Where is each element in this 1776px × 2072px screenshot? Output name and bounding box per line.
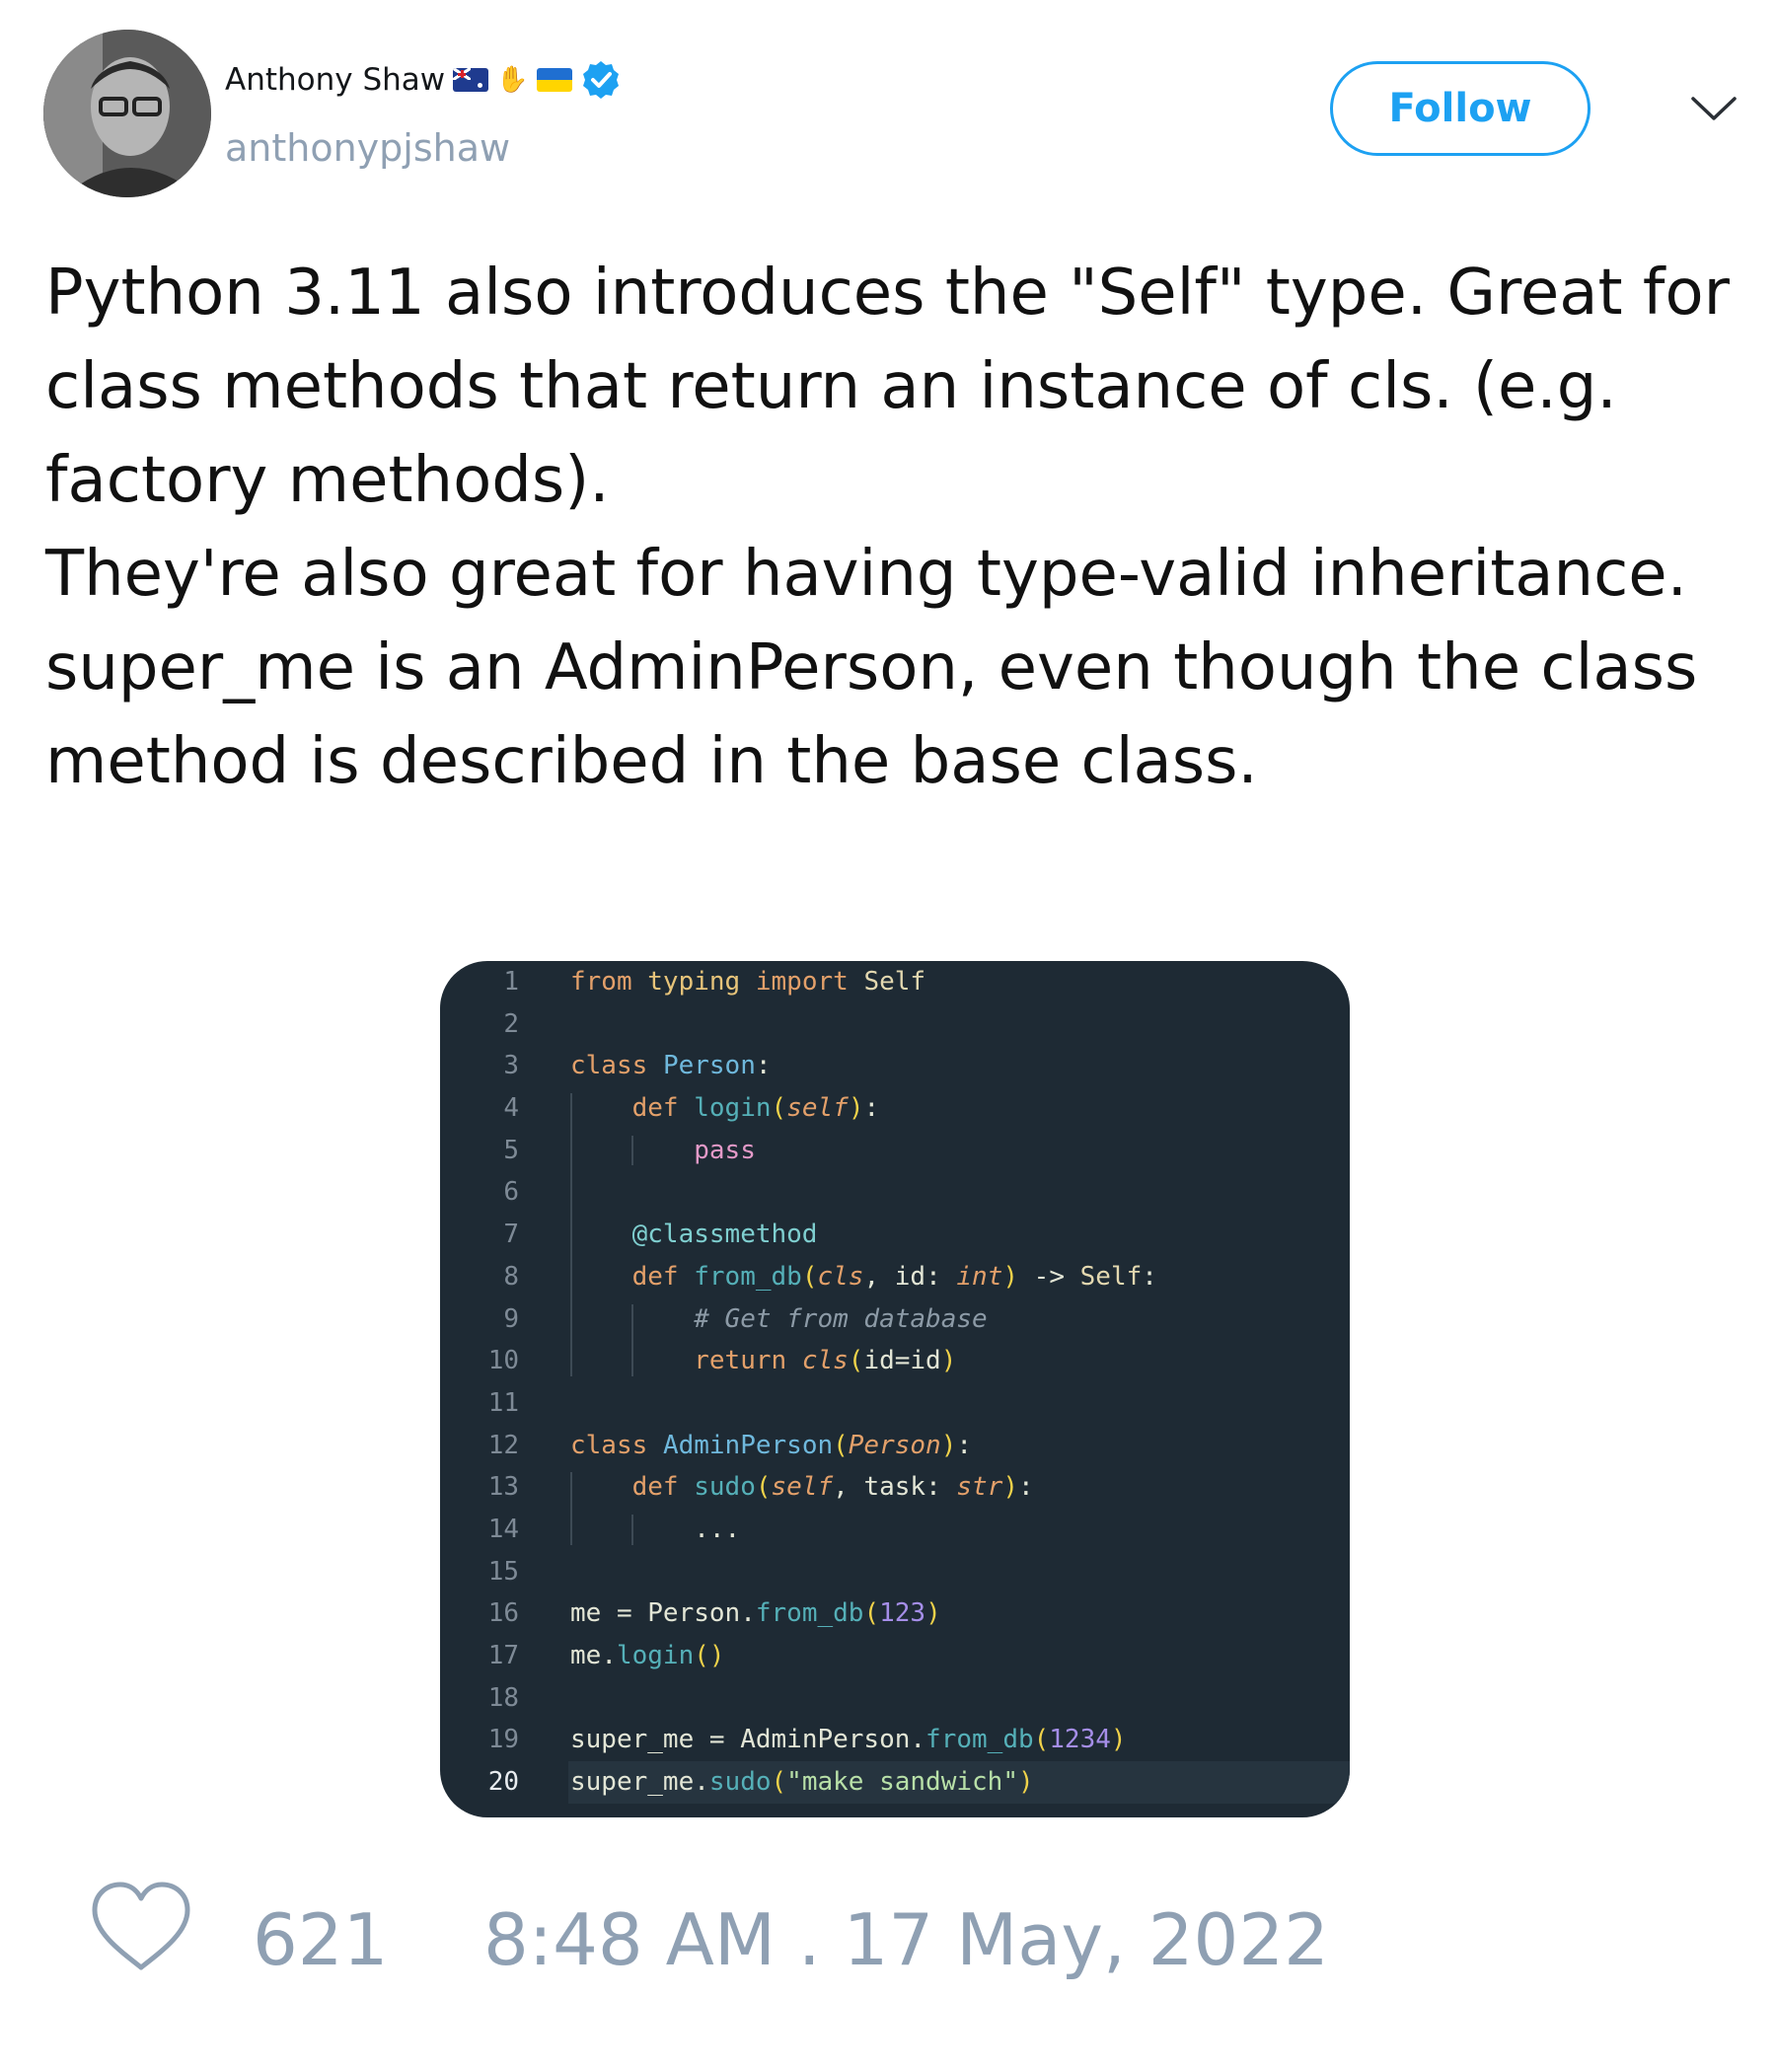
heart-icon[interactable] <box>89 1881 193 1975</box>
code-text: return cls(id=id) <box>694 1346 957 1376</box>
indent-guide <box>631 1515 633 1545</box>
line-number: 3 <box>503 1051 519 1081</box>
code-text: me = Person.from_db(123) <box>570 1598 941 1629</box>
code-line: 5 pass <box>440 1130 1350 1172</box>
code-text: class Person: <box>570 1051 772 1081</box>
code-line: 14 ... <box>440 1509 1350 1551</box>
code-text: from typing import Self <box>570 967 926 997</box>
code-line: 13 def sudo(self, task: str): <box>440 1466 1350 1509</box>
line-number: 12 <box>487 1430 519 1460</box>
line-number: 15 <box>487 1556 519 1587</box>
code-line: 11 <box>440 1382 1350 1425</box>
code-line: 8 def from_db(cls, id: int) -> Self: <box>440 1256 1350 1298</box>
line-number: 9 <box>503 1303 519 1334</box>
code-text: def login(self): <box>631 1093 880 1124</box>
code-line: 1 from typing import Self <box>440 961 1350 1003</box>
code-text: ... <box>694 1514 741 1544</box>
code-text: me.login() <box>570 1641 725 1670</box>
timestamp[interactable]: 8:48 AM . 17 May, 2022 <box>483 1898 1329 1981</box>
indent-guide <box>631 1135 633 1166</box>
code-line: 7 @classmethod <box>440 1214 1350 1256</box>
code-line: 18 <box>440 1677 1350 1720</box>
code-text: @classmethod <box>631 1220 818 1250</box>
tweet-text: Python 3.11 also introduces the "Self" t… <box>45 257 1730 798</box>
code-screenshot[interactable]: 1 from typing import Self 2 3 class Person: 4… <box>440 961 1350 1817</box>
line-number: 5 <box>503 1135 519 1165</box>
code-line: 12 class AdminPerson(Person): <box>440 1425 1350 1467</box>
line-number: 1 <box>503 967 519 997</box>
code-line: 20 super_me.sudo("make sandwich") <box>440 1761 1350 1804</box>
line-number: 14 <box>487 1514 519 1544</box>
line-number: 11 <box>487 1387 519 1418</box>
australia-flag-icon <box>453 68 489 92</box>
code-text: super_me = AdminPerson.from_db(1234) <box>570 1725 1127 1755</box>
code-line: 2 <box>440 1003 1350 1046</box>
code-line: 10 return cls(id=id) <box>440 1340 1350 1382</box>
chevron-down-icon[interactable] <box>1689 91 1739 126</box>
code-text: super_me.sudo("make sandwich") <box>570 1767 1034 1798</box>
line-number: 19 <box>487 1725 519 1755</box>
code-line: 3 class Person: <box>440 1045 1350 1087</box>
author-display-name[interactable]: Anthony Shaw <box>225 62 445 98</box>
verified-icon <box>582 61 619 99</box>
code-line: 9 # Get from database <box>440 1298 1350 1341</box>
line-number: 16 <box>487 1598 519 1629</box>
author-handle[interactable]: anthonypjshaw <box>225 126 510 170</box>
line-number: 6 <box>503 1177 519 1208</box>
ukraine-flag-icon <box>536 68 572 92</box>
code-line: 16 me = Person.from_db(123) <box>440 1592 1350 1635</box>
code-text: pass <box>694 1135 756 1165</box>
code-line: 4 def login(self): <box>440 1087 1350 1130</box>
line-number: 10 <box>487 1346 519 1376</box>
indent-guide <box>570 1093 572 1376</box>
code-text: def from_db(cls, id: int) -> Self: <box>631 1261 1157 1292</box>
code-text: class AdminPerson(Person): <box>570 1430 973 1460</box>
line-number: 7 <box>503 1220 519 1250</box>
avatar[interactable] <box>43 30 211 197</box>
line-number: 2 <box>503 1008 519 1039</box>
like-count: 621 <box>253 1898 389 1981</box>
code-lines: 1 from typing import Self 2 3 class Person: 4… <box>440 961 1350 1804</box>
follow-button[interactable]: Follow <box>1330 61 1591 156</box>
line-number: 4 <box>503 1093 519 1124</box>
handshake-icon: ✋ <box>496 65 529 95</box>
author-name-row: Anthony Shaw ✋ <box>225 59 622 101</box>
indent-guide <box>570 1472 572 1545</box>
code-line: 17 me.login() <box>440 1635 1350 1677</box>
line-number: 17 <box>487 1641 519 1670</box>
line-number: 20 <box>487 1767 519 1798</box>
indent-guide <box>631 1303 633 1376</box>
code-text: def sudo(self, task: str): <box>631 1472 1034 1503</box>
line-number: 8 <box>503 1261 519 1292</box>
code-line: 15 <box>440 1551 1350 1593</box>
line-number: 13 <box>487 1472 519 1503</box>
code-line: 6 <box>440 1171 1350 1214</box>
code-line: 19 super_me = AdminPerson.from_db(1234) <box>440 1719 1350 1761</box>
line-number: 18 <box>487 1682 519 1713</box>
